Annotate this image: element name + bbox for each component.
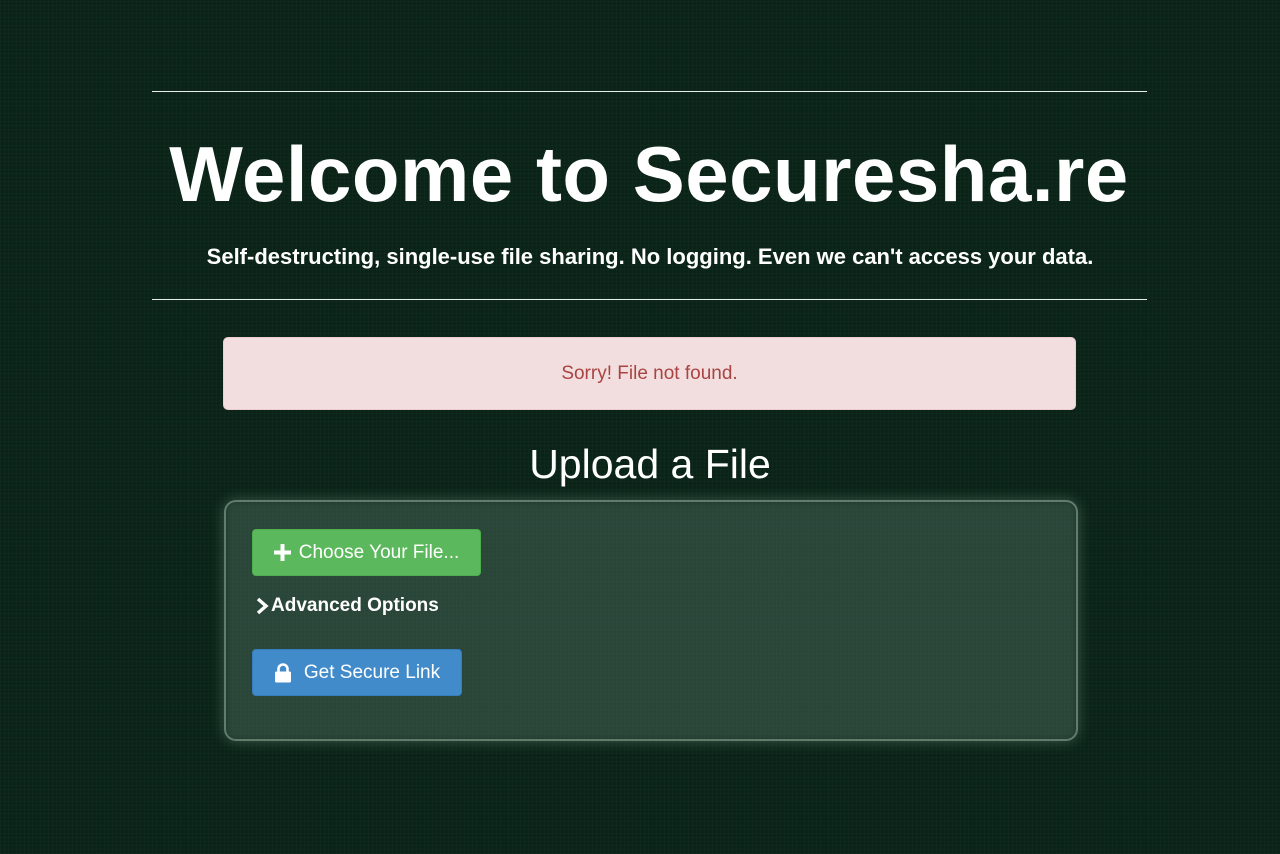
lock-icon (274, 662, 292, 683)
plus-icon (273, 544, 291, 561)
chevron-right-icon (255, 597, 269, 615)
alert-message: Sorry! File not found. (561, 362, 738, 384)
choose-file-label: Choose Your File... (298, 541, 460, 563)
get-secure-link-label: Get Secure Link (303, 661, 441, 683)
top-divider (152, 91, 1147, 92)
advanced-options-label: Advanced Options (271, 595, 439, 616)
bottom-divider (152, 299, 1147, 300)
get-secure-link-button[interactable]: Get Secure Link (252, 649, 462, 696)
error-alert: Sorry! File not found. (223, 337, 1076, 410)
choose-file-button[interactable]: Choose Your File... (252, 529, 481, 576)
page-subtitle: Self-destructing, single-use file sharin… (206, 244, 1094, 269)
upload-heading: Upload a File (529, 441, 771, 487)
page-title: Welcome to Securesha.re (169, 130, 1129, 218)
advanced-options-toggle[interactable]: Advanced Options (255, 594, 439, 618)
